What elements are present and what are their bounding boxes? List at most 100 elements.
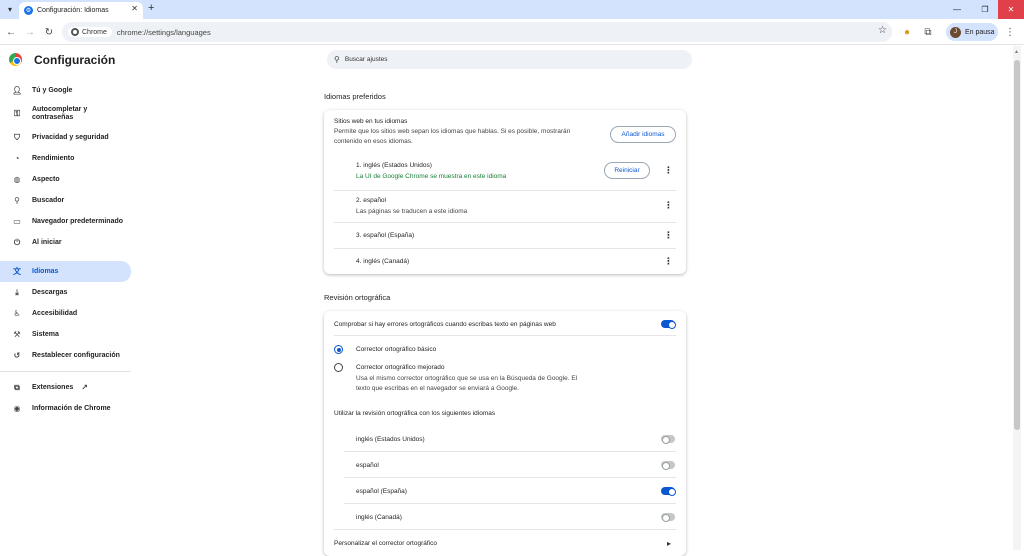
sidebar-item-privacy[interactable]: ⛉ Privacidad y seguridad <box>0 127 131 148</box>
spell-language-toggle[interactable] <box>661 487 676 496</box>
page-title: Configuración <box>34 53 116 67</box>
customize-spellcheck-link[interactable]: Personalizar el corrector ortográfico <box>334 540 437 547</box>
add-languages-button[interactable]: Añadir idiomas <box>610 126 676 143</box>
bookmark-star-icon[interactable]: ☆ <box>878 25 887 36</box>
profile-button[interactable]: J En pausa <box>946 23 998 41</box>
sidebar-item-autofill[interactable]: ⚿ Autocompletar y contraseñas <box>0 101 131 127</box>
sidebar-item-languages[interactable]: 文 Idiomas <box>0 261 131 282</box>
extension-badge-icon[interactable]: ● <box>899 24 915 40</box>
language-item-name: 3. español (España) <box>356 232 415 239</box>
address-bar[interactable]: Chrome chrome://settings/languages ☆ <box>62 22 892 42</box>
spell-languages-heading: Utilizar la revisión ortográfica con los… <box>334 410 496 417</box>
new-tab-icon[interactable]: + <box>148 2 154 14</box>
divider <box>334 248 676 249</box>
sidebar-item-system[interactable]: ⚒ Sistema <box>0 324 131 345</box>
websites-description-line2: contenido en esos idiomas. <box>334 138 413 145</box>
power-icon: ⏻ <box>13 237 21 247</box>
accessibility-icon: ♿︎ <box>13 309 21 318</box>
restore-icon[interactable]: ❐ <box>970 0 1000 19</box>
spell-language-name: español (España) <box>356 488 407 495</box>
key-icon: ⚿ <box>13 109 21 118</box>
reset-icon: ↺ <box>13 351 21 360</box>
sidebar-item-label: Buscador <box>32 197 65 204</box>
divider <box>334 335 676 336</box>
sidebar-item-performance[interactable]: ◔ Rendimiento <box>0 148 131 169</box>
sidebar-item-search-engine[interactable]: ⚲ Buscador <box>0 190 131 211</box>
sidebar-item-label: Información de Chrome <box>32 405 111 412</box>
sidebar-item-on-startup[interactable]: ⏻ Al iniciar <box>0 232 131 253</box>
chrome-chip[interactable]: Chrome <box>68 27 112 37</box>
sidebar-item-about-chrome[interactable]: ◉ Información de Chrome <box>0 398 131 419</box>
restart-button[interactable]: Reiniciar <box>604 162 650 179</box>
sidebar-item-accessibility[interactable]: ♿︎ Accesibilidad <box>0 303 131 324</box>
language-item-name: 4. inglés (Canadá) <box>356 258 410 265</box>
scrollbar[interactable]: ▲ <box>1013 46 1021 550</box>
sidebar-item-you-and-google[interactable]: 👤︎ Tú y Google <box>0 80 131 101</box>
sidebar-item-label: Tú y Google <box>32 87 73 94</box>
chrome-icon: ◉ <box>13 404 21 413</box>
spell-language-toggle[interactable] <box>661 513 675 522</box>
spell-language-toggle[interactable] <box>661 435 675 444</box>
language-item-note: Las páginas se traducen a este idioma <box>356 208 468 215</box>
sidebar-item-label: Extensiones <box>32 384 74 391</box>
window-close-icon[interactable]: ✕ <box>998 0 1024 19</box>
more-options-icon[interactable]: ⋮ <box>664 166 673 175</box>
more-options-icon[interactable]: ⋮ <box>664 257 673 266</box>
sidebar-item-downloads[interactable]: ⤓ Descargas <box>0 282 131 303</box>
spell-language-toggle[interactable] <box>661 461 675 470</box>
divider <box>334 222 676 223</box>
section-title-spell-check: Revisión ortográfica <box>324 293 391 302</box>
tab-title: Configuración: Idiomas <box>37 7 109 14</box>
reload-icon[interactable]: ↻ <box>41 24 57 40</box>
sidebar-item-label: Accesibilidad <box>32 310 78 317</box>
back-icon[interactable]: ← <box>3 24 19 40</box>
shield-icon: ⛉ <box>14 132 20 142</box>
settings-gear-icon: ⚙ <box>24 6 33 15</box>
chrome-icon <box>71 28 79 36</box>
search-icon: ⚲ <box>334 55 340 64</box>
language-item-name: 1. inglés (Estados Unidos) <box>356 162 432 169</box>
forward-icon[interactable]: → <box>22 24 38 40</box>
search-placeholder: Buscar ajustes <box>344 56 388 63</box>
sidebar-item-extensions[interactable]: ⧉ Extensiones ↗ <box>0 377 131 398</box>
basic-spellcheck-label: Corrector ortográfico básico <box>356 346 437 353</box>
toolbar: ← → ↻ Chrome chrome://settings/languages… <box>0 19 1024 45</box>
search-input[interactable]: ⚲ Buscar ajustes <box>327 50 692 69</box>
translate-icon: 文 <box>13 267 21 276</box>
websites-description-line1: Permite que los sitios web sepan los idi… <box>334 128 571 135</box>
divider <box>344 451 676 452</box>
browser-window-icon: ▭ <box>13 217 21 226</box>
scroll-up-icon[interactable]: ▲ <box>1014 49 1019 55</box>
title-bar: ▾ ⚙ Configuración: Idiomas ✕ + — ❐ ✕ <box>0 0 1024 19</box>
extensions-puzzle-icon[interactable]: ⧉ <box>920 24 936 40</box>
scroll-thumb[interactable] <box>1014 60 1020 430</box>
spell-check-label: Comprobar si hay errores ortográficos cu… <box>334 321 556 328</box>
menu-kebab-icon[interactable]: ⋮ <box>1002 24 1018 40</box>
basic-spellcheck-radio[interactable] <box>334 345 343 354</box>
sidebar-item-reset[interactable]: ↺ Restablecer configuración <box>0 345 131 366</box>
person-icon: 👤︎ <box>12 86 23 95</box>
spell-language-name: inglés (Estados Unidos) <box>356 436 425 443</box>
chevron-right-icon[interactable]: ▸ <box>667 539 671 548</box>
enhanced-spellcheck-desc-line1: Usa el mismo corrector ortográfico que s… <box>356 375 578 382</box>
spell-language-name: español <box>356 462 379 469</box>
more-options-icon[interactable]: ⋮ <box>664 201 673 210</box>
minimize-icon[interactable]: — <box>942 0 972 19</box>
sidebar-item-label: Navegador predeterminado <box>32 218 124 225</box>
sidebar-item-label: Al iniciar <box>32 239 62 246</box>
more-options-icon[interactable]: ⋮ <box>664 231 673 240</box>
chip-label: Chrome <box>82 28 107 36</box>
sidebar-item-default-browser[interactable]: ▭ Navegador predeterminado <box>0 211 131 232</box>
enhanced-spellcheck-label: Corrector ortográfico mejorado <box>356 364 445 371</box>
tab-close-icon[interactable]: ✕ <box>131 4 138 13</box>
tab-settings[interactable]: ⚙ Configuración: Idiomas ✕ <box>19 2 143 19</box>
palette-icon: ◍ <box>13 175 21 184</box>
sidebar-item-label: Idiomas <box>32 268 59 275</box>
enhanced-spellcheck-radio[interactable] <box>334 363 343 372</box>
open-external-icon: ↗ <box>81 383 88 392</box>
sidebar-item-appearance[interactable]: ◍ Aspecto <box>0 169 131 190</box>
divider <box>344 477 676 478</box>
sidebar-item-label: Descargas <box>32 289 68 296</box>
tab-search-icon[interactable]: ▾ <box>3 2 17 16</box>
spell-check-toggle[interactable] <box>661 320 676 329</box>
